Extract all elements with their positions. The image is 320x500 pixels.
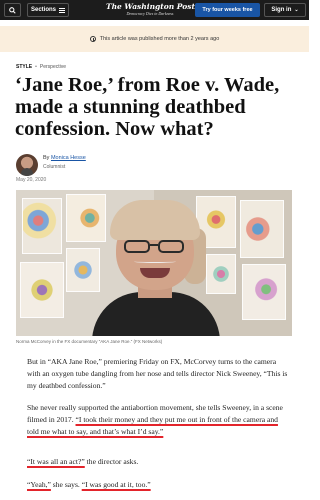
kicker-separator: • [35, 64, 37, 70]
search-icon [9, 6, 16, 14]
masthead-tagline: Democracy Dies in Darkness [126, 11, 174, 16]
wall-painting [206, 254, 236, 294]
clock-icon [89, 36, 96, 42]
menu-icon [59, 7, 65, 13]
eyeglasses-lens [158, 240, 184, 253]
sign-in-label: Sign in [271, 7, 292, 13]
wall-painting [20, 262, 64, 318]
lead-photo [16, 190, 292, 336]
paragraph-text: the director asks. [84, 457, 139, 466]
wall-painting [66, 194, 106, 242]
paragraph: “It was all an act?” the director asks. [27, 456, 289, 468]
wall-painting [242, 264, 286, 320]
sections-button[interactable]: Sections [27, 3, 69, 17]
subscribe-button[interactable]: Try four weeks free [195, 3, 260, 17]
chevron-down-icon: ⌄ [294, 7, 299, 13]
eyeglasses-bridge [150, 244, 158, 246]
sign-in-button[interactable]: Sign in ⌄ [264, 3, 306, 17]
sections-label: Sections [30, 7, 56, 13]
kicker-label: Perspective [39, 64, 67, 70]
top-nav: Sections The Washington Post Democracy D… [0, 0, 309, 20]
search-button[interactable] [4, 3, 21, 17]
masthead-name: The Washington Post [106, 2, 195, 11]
byline: By Monica Hesse [43, 155, 86, 161]
headscarf [110, 200, 200, 240]
archive-banner: This article was published more than 2 y… [0, 26, 309, 52]
paragraph: “Yeah,” she says. “I was good at it, too… [27, 479, 289, 491]
author-link[interactable]: Monica Hesse [51, 155, 86, 161]
wall-painting [66, 248, 100, 292]
byline-prefix: By [43, 155, 50, 161]
oxygen-tube [134, 260, 176, 263]
archive-banner-text: This article was published more than 2 y… [99, 36, 220, 42]
author-role: Columnist [43, 164, 66, 170]
eyeglasses-lens [124, 240, 150, 253]
kicker: STYLE • Perspective [16, 64, 66, 70]
paragraph: She never really supported the antiabort… [27, 402, 289, 438]
paragraph-text: she says. [50, 480, 82, 489]
section-link[interactable]: STYLE [16, 64, 32, 70]
eyeglasses [124, 240, 186, 254]
headline: ‘Jane Roe,’ from Roe v. Wade, made a stu… [15, 74, 280, 140]
masthead-logo[interactable]: The Washington Post Democracy Dies in Da… [106, 2, 195, 17]
highlighted-quote: “Yeah,” [27, 480, 51, 489]
highlighted-quote: “I was good at it, too.” [81, 480, 151, 489]
wall-painting [22, 198, 62, 254]
author-avatar[interactable] [16, 154, 38, 176]
photo-caption: Norma McCorvey in the FX documentary “AK… [16, 339, 163, 344]
paragraph: But in “AKA Jane Roe,” premiering Friday… [27, 357, 288, 390]
highlighted-quote: “It was all an act?” [27, 457, 85, 466]
wall-painting [240, 200, 284, 258]
publish-date: May 20, 2020 [16, 177, 47, 183]
